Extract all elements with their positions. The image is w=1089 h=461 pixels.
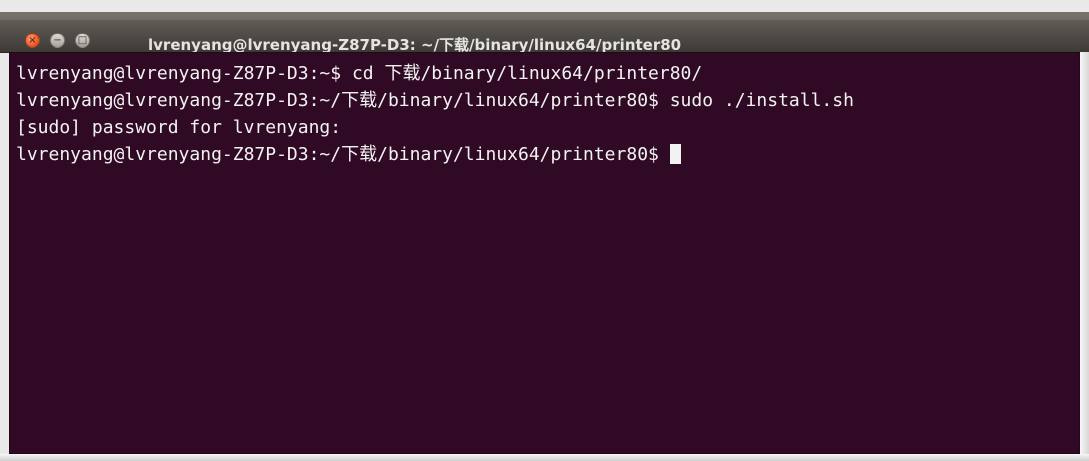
terminal-current-prompt-line[interactable]: lvrenyang@lvrenyang-Z87P-D3:~/下载/binary/… [16, 141, 1080, 168]
terminal-current-prompt: lvrenyang@lvrenyang-Z87P-D3:~/下载/binary/… [16, 144, 670, 165]
terminal-output[interactable]: lvrenyang@lvrenyang-Z87P-D3:~$ cd 下载/bin… [9, 52, 1080, 454]
minimize-window-button[interactable]: − [50, 33, 65, 48]
terminal-screenshot: × − □ lvrenyang@lvrenyang-Z87P-D3: ~/下载/… [0, 0, 1089, 461]
maximize-window-button[interactable]: □ [75, 33, 90, 48]
terminal-line-cd-command: lvrenyang@lvrenyang-Z87P-D3:~$ cd 下载/bin… [16, 63, 703, 84]
terminal-cursor [669, 144, 681, 164]
close-window-button[interactable]: × [25, 33, 40, 48]
terminal-line-install-command: lvrenyang@lvrenyang-Z87P-D3:~/下载/binary/… [16, 90, 854, 111]
window-titlebar[interactable]: × − □ lvrenyang@lvrenyang-Z87P-D3: ~/下载/… [0, 12, 1089, 54]
window-right-edge [1080, 52, 1089, 454]
window-controls: × − □ [25, 33, 90, 48]
terminal-line-password-prompt: [sudo] password for lvrenyang: [16, 117, 342, 138]
window-bottom-edge [0, 454, 1089, 461]
